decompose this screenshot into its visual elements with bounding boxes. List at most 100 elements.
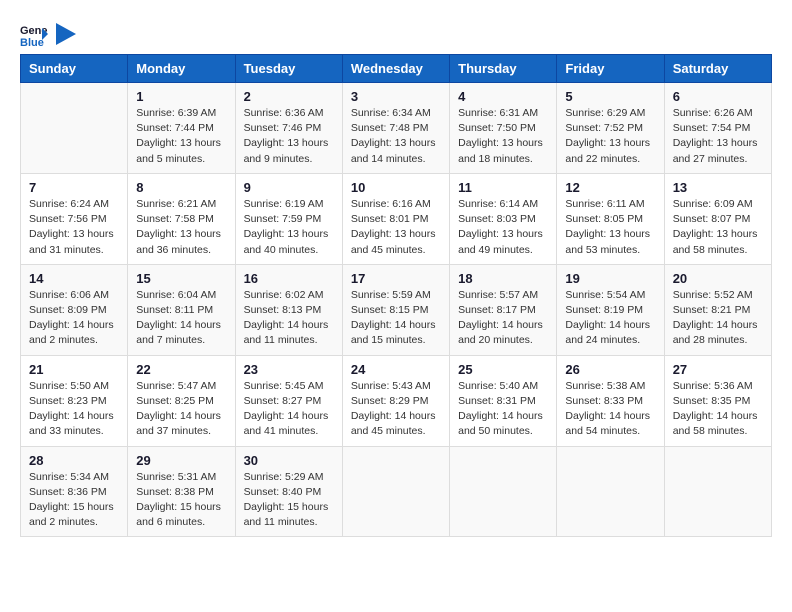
calendar-cell: 30Sunrise: 5:29 AMSunset: 8:40 PMDayligh… bbox=[235, 446, 342, 537]
weekday-header-sunday: Sunday bbox=[21, 55, 128, 83]
cell-line: Daylight: 13 hours bbox=[673, 136, 763, 151]
cell-line: Sunrise: 5:29 AM bbox=[244, 470, 334, 485]
cell-line: Sunrise: 6:04 AM bbox=[136, 288, 226, 303]
cell-content: Sunrise: 6:39 AMSunset: 7:44 PMDaylight:… bbox=[136, 106, 226, 167]
cell-line: Daylight: 13 hours bbox=[458, 227, 548, 242]
cell-content: Sunrise: 5:31 AMSunset: 8:38 PMDaylight:… bbox=[136, 470, 226, 531]
logo-icon: General Blue bbox=[20, 20, 48, 48]
cell-line: and 6 minutes. bbox=[136, 515, 226, 530]
cell-line: Sunset: 8:40 PM bbox=[244, 485, 334, 500]
calendar-week-3: 14Sunrise: 6:06 AMSunset: 8:09 PMDayligh… bbox=[21, 264, 772, 355]
cell-line: Sunrise: 5:34 AM bbox=[29, 470, 119, 485]
weekday-header-monday: Monday bbox=[128, 55, 235, 83]
cell-line: Sunrise: 5:36 AM bbox=[673, 379, 763, 394]
cell-line: and 5 minutes. bbox=[136, 152, 226, 167]
cell-content: Sunrise: 6:04 AMSunset: 8:11 PMDaylight:… bbox=[136, 288, 226, 349]
calendar-cell: 7Sunrise: 6:24 AMSunset: 7:56 PMDaylight… bbox=[21, 173, 128, 264]
cell-line: Sunset: 7:50 PM bbox=[458, 121, 548, 136]
calendar-cell: 2Sunrise: 6:36 AMSunset: 7:46 PMDaylight… bbox=[235, 83, 342, 174]
weekday-header-tuesday: Tuesday bbox=[235, 55, 342, 83]
calendar-cell bbox=[664, 446, 771, 537]
cell-line: Sunset: 8:17 PM bbox=[458, 303, 548, 318]
cell-line: Sunrise: 6:21 AM bbox=[136, 197, 226, 212]
calendar-cell: 18 Sunrise: 5:57 AMSunset: 8:17 PMDayligh… bbox=[450, 264, 557, 355]
calendar-cell: 16Sunrise: 6:02 AMSunset: 8:13 PMDayligh… bbox=[235, 264, 342, 355]
calendar-cell: 29Sunrise: 5:31 AMSunset: 8:38 PMDayligh… bbox=[128, 446, 235, 537]
cell-line: Sunrise: 6:09 AM bbox=[673, 197, 763, 212]
calendar-cell: 19Sunrise: 5:54 AMSunset: 8:19 PMDayligh… bbox=[557, 264, 664, 355]
cell-line: and 45 minutes. bbox=[351, 243, 441, 258]
cell-line: and 53 minutes. bbox=[565, 243, 655, 258]
calendar-cell: 11Sunrise: 6:14 AMSunset: 8:03 PMDayligh… bbox=[450, 173, 557, 264]
cell-line: Sunset: 7:56 PM bbox=[29, 212, 119, 227]
cell-line: Sunrise: 6:16 AM bbox=[351, 197, 441, 212]
cell-line: Sunset: 8:27 PM bbox=[244, 394, 334, 409]
calendar-cell: 3 Sunrise: 6:34 AMSunset: 7:48 PMDaylight… bbox=[342, 83, 449, 174]
day-number: 28 bbox=[29, 453, 119, 468]
calendar-cell: 6Sunrise: 6:26 AMSunset: 7:54 PMDaylight… bbox=[664, 83, 771, 174]
cell-line: Daylight: 14 hours bbox=[673, 318, 763, 333]
cell-line: and 37 minutes. bbox=[136, 424, 226, 439]
cell-line: Daylight: 15 hours bbox=[29, 500, 119, 515]
cell-line: Sunrise: 5:54 AM bbox=[565, 288, 655, 303]
calendar-cell bbox=[21, 83, 128, 174]
cell-line: Sunrise: 6:19 AM bbox=[244, 197, 334, 212]
day-number: 17 bbox=[351, 271, 441, 286]
cell-content: Sunrise: 5:40 AMSunset: 8:31 PMDaylight:… bbox=[458, 379, 548, 440]
cell-line: Daylight: 13 hours bbox=[29, 227, 119, 242]
calendar-cell: 10Sunrise: 6:16 AMSunset: 8:01 PMDayligh… bbox=[342, 173, 449, 264]
cell-content: Sunrise: 5:52 AMSunset: 8:21 PMDaylight:… bbox=[673, 288, 763, 349]
cell-line: Sunset: 8:09 PM bbox=[29, 303, 119, 318]
cell-content: Sunrise: 6:31 AMSunset: 7:50 PMDaylight:… bbox=[458, 106, 548, 167]
cell-line: Daylight: 14 hours bbox=[458, 318, 548, 333]
day-number: 12 bbox=[565, 180, 655, 195]
cell-line: Sunset: 8:31 PM bbox=[458, 394, 548, 409]
calendar-cell: 5Sunrise: 6:29 AMSunset: 7:52 PMDaylight… bbox=[557, 83, 664, 174]
cell-line: Sunrise: 5:43 AM bbox=[351, 379, 441, 394]
cell-line: Daylight: 14 hours bbox=[565, 318, 655, 333]
cell-line: and 41 minutes. bbox=[244, 424, 334, 439]
cell-line: Daylight: 13 hours bbox=[565, 136, 655, 151]
cell-line: Daylight: 14 hours bbox=[136, 318, 226, 333]
cell-content: Sunrise: 5:34 AMSunset: 8:36 PMDaylight:… bbox=[29, 470, 119, 531]
cell-line: Sunrise: 5:57 AM bbox=[458, 288, 548, 303]
cell-line: and 28 minutes. bbox=[673, 333, 763, 348]
cell-line: Daylight: 14 hours bbox=[351, 409, 441, 424]
cell-line: Daylight: 15 hours bbox=[136, 500, 226, 515]
cell-line: Sunrise: 5:38 AM bbox=[565, 379, 655, 394]
day-number: 10 bbox=[351, 180, 441, 195]
cell-line: and 31 minutes. bbox=[29, 243, 119, 258]
cell-content: Sunrise: 6:11 AMSunset: 8:05 PMDaylight:… bbox=[565, 197, 655, 258]
day-number: 16 bbox=[244, 271, 334, 286]
cell-line: and 11 minutes. bbox=[244, 333, 334, 348]
cell-content: Sunrise: 6:34 AMSunset: 7:48 PMDaylight:… bbox=[351, 106, 441, 167]
cell-line: and 58 minutes. bbox=[673, 243, 763, 258]
day-number: 21 bbox=[29, 362, 119, 377]
cell-content: Sunrise: 6:24 AMSunset: 7:56 PMDaylight:… bbox=[29, 197, 119, 258]
calendar-cell: 25Sunrise: 5:40 AMSunset: 8:31 PMDayligh… bbox=[450, 355, 557, 446]
cell-content: Sunrise: 5:36 AMSunset: 8:35 PMDaylight:… bbox=[673, 379, 763, 440]
cell-line: Daylight: 14 hours bbox=[244, 409, 334, 424]
cell-line: Daylight: 14 hours bbox=[351, 318, 441, 333]
cell-content: Sunrise: 5:54 AMSunset: 8:19 PMDaylight:… bbox=[565, 288, 655, 349]
cell-content: Sunrise: 6:36 AMSunset: 7:46 PMDaylight:… bbox=[244, 106, 334, 167]
cell-line: Daylight: 14 hours bbox=[244, 318, 334, 333]
svg-text:Blue: Blue bbox=[20, 37, 44, 48]
cell-line: Sunset: 8:21 PM bbox=[673, 303, 763, 318]
cell-line: Sunrise: 5:47 AM bbox=[136, 379, 226, 394]
cell-line: Sunrise: 6:14 AM bbox=[458, 197, 548, 212]
calendar-cell: 12 Sunrise: 6:11 AMSunset: 8:05 PMDayligh… bbox=[557, 173, 664, 264]
day-number: 3 bbox=[351, 89, 441, 104]
calendar-cell: 17Sunrise: 5:59 AMSunset: 8:15 PMDayligh… bbox=[342, 264, 449, 355]
cell-line: Sunset: 8:19 PM bbox=[565, 303, 655, 318]
cell-line: Sunrise: 6:11 AM bbox=[565, 197, 655, 212]
cell-line: Sunset: 8:13 PM bbox=[244, 303, 334, 318]
day-number: 22 bbox=[136, 362, 226, 377]
day-number: 18 bbox=[458, 271, 548, 286]
cell-line: and 54 minutes. bbox=[565, 424, 655, 439]
cell-line: Daylight: 13 hours bbox=[565, 227, 655, 242]
cell-line: and 9 minutes. bbox=[244, 152, 334, 167]
day-number: 26 bbox=[565, 362, 655, 377]
cell-line: Sunrise: 6:39 AM bbox=[136, 106, 226, 121]
cell-line: Daylight: 14 hours bbox=[673, 409, 763, 424]
